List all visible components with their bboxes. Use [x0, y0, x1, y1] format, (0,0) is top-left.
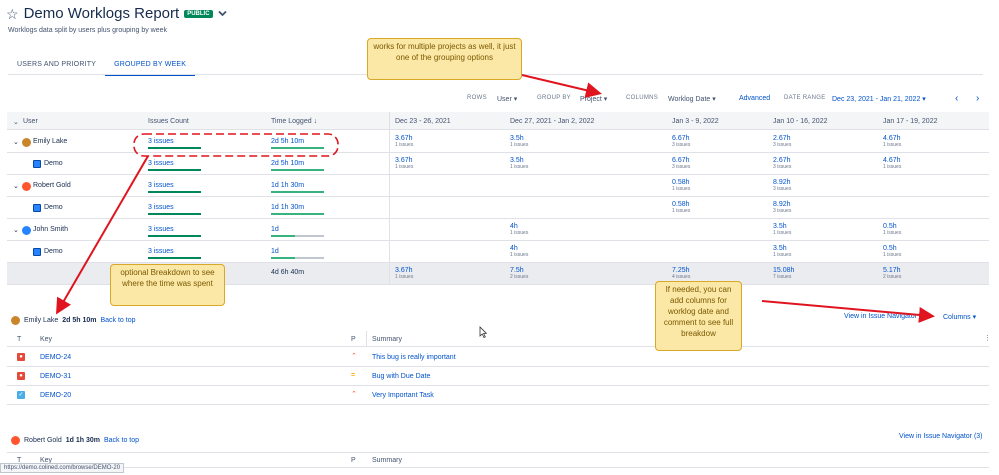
annotation-arrow [521, 74, 602, 99]
status-bar-url: https://demo.colined.com/browse/DEMO-20 [0, 463, 125, 473]
annotation-arrow [761, 300, 935, 323]
annotation-note-breakdown: optional Breakdown to see where the time… [110, 264, 225, 306]
annotation-note-columns: If needed, you can add columns for workl… [655, 281, 742, 351]
highlight-ring [133, 133, 339, 157]
annotation-note-projects: works for multiple projects as well, it … [367, 38, 522, 80]
